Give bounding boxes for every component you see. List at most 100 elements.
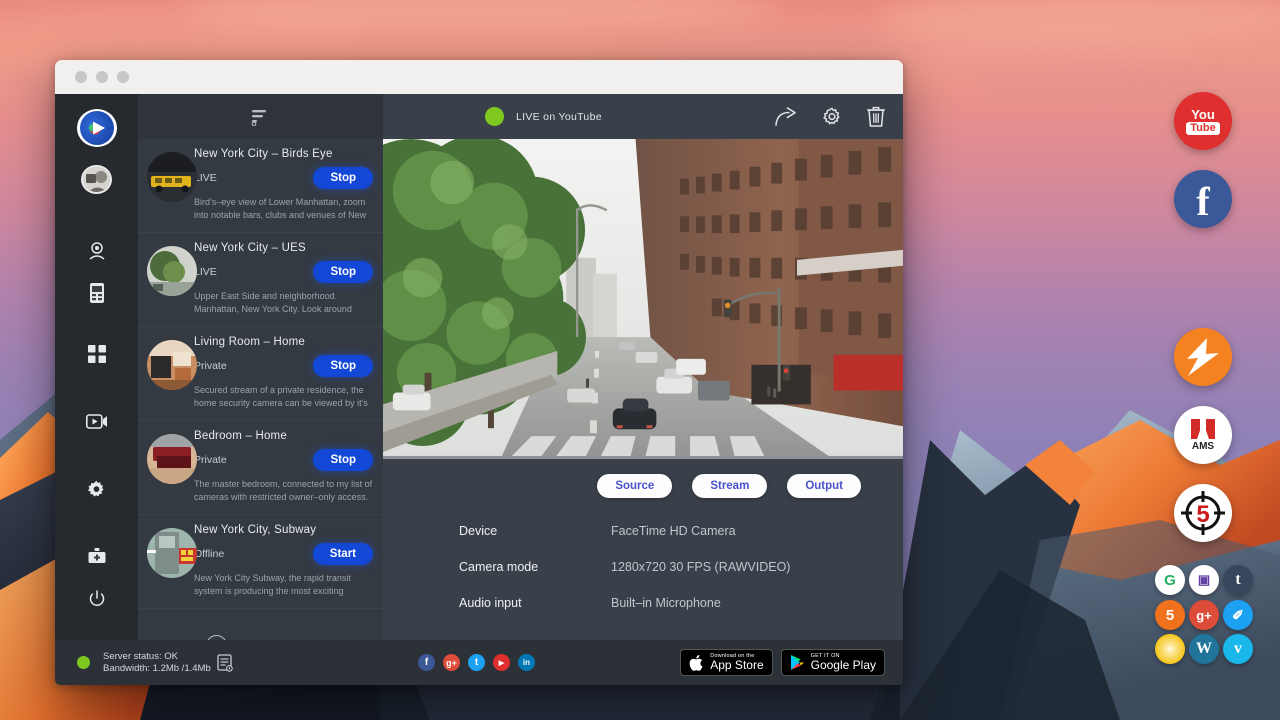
list-item[interactable]: Bedroom – Home Private Stop The master b…	[138, 421, 383, 515]
list-item[interactable]: Living Room – Home Private Stop Secured …	[138, 327, 383, 421]
camera-list-scroll[interactable]: New York City – Birds Eye LIVE Stop Bird…	[138, 139, 383, 640]
google-plus-icon[interactable]: g+	[443, 654, 460, 671]
sidebar-item-mobile-device[interactable]	[77, 274, 117, 312]
camera-title: New York City – Birds Eye	[194, 148, 373, 160]
wowza-lightning-icon	[1179, 333, 1227, 381]
sidebar-item-app-logo[interactable]	[77, 109, 117, 147]
camera-description: Bird's–eye view of Lower Manhattan, zoom…	[194, 196, 373, 222]
dock-mini-icon-twitch[interactable]: ▣	[1189, 565, 1219, 595]
camera-toggle-button[interactable]: Stop	[313, 261, 373, 283]
youtube-icon[interactable]: ▶	[493, 654, 510, 671]
mobile-device-icon	[88, 282, 106, 304]
bandwidth-text: Bandwidth: 1.2Mb /1.4Mb	[103, 663, 211, 675]
list-item[interactable]: New York City – UES LIVE Stop Upper East…	[138, 233, 383, 327]
linkedin-icon[interactable]: in	[518, 654, 535, 671]
sidebar-item-cameras[interactable]	[77, 232, 117, 270]
minimize-button[interactable]	[96, 71, 108, 83]
close-button[interactable]	[75, 71, 87, 83]
toolbox-plus-icon	[87, 548, 107, 566]
camera-toggle-button[interactable]: Start	[313, 543, 373, 565]
tab-stream[interactable]: Stream	[692, 474, 767, 498]
power-icon	[88, 590, 106, 608]
google-play-badge[interactable]: GET IT ON Google Play	[781, 649, 885, 676]
dock-icon-facebook[interactable]: f	[1174, 170, 1232, 228]
tab-source[interactable]: Source	[597, 474, 672, 498]
main-panel: LIVE on YouTube	[383, 94, 903, 640]
info-value[interactable]: Built–in Microphone	[611, 596, 721, 610]
gear-icon[interactable]	[822, 107, 842, 127]
facebook-f-glyph: f	[1196, 182, 1209, 222]
twitter-icon[interactable]: t	[468, 654, 485, 671]
sidebar-item-dashboard[interactable]	[77, 335, 117, 373]
info-row-camera-mode: Camera mode 1280x720 30 FPS (RAWVIDEO)	[459, 560, 903, 574]
app-store-line2: App Store	[710, 659, 763, 672]
main-header: LIVE on YouTube	[383, 94, 903, 139]
sidebar-rail	[55, 94, 138, 640]
camera-description: New York City Subway, the rapid transit …	[194, 572, 373, 598]
log-document-icon[interactable]	[217, 654, 233, 672]
channel-five-target-icon: 5	[1179, 489, 1227, 537]
dock-icon-youtube[interactable]: You Tube	[1174, 92, 1232, 150]
dock-mini-icon-google-plus[interactable]: g+	[1189, 600, 1219, 630]
dock-icon-wowza[interactable]	[1174, 328, 1232, 386]
camera-state: LIVE	[194, 266, 313, 278]
status-bar: Server status: OK Bandwidth: 1.2Mb /1.4M…	[55, 640, 903, 685]
sidebar-item-user-avatar[interactable]	[81, 165, 112, 195]
camera-state: LIVE	[194, 172, 313, 184]
dock-mini-icon-smashcast[interactable]: 5	[1155, 600, 1185, 630]
share-icon[interactable]	[774, 107, 797, 127]
camera-thumbnail	[147, 152, 197, 202]
dock-mini-icon-tumblr[interactable]: t	[1223, 565, 1253, 595]
camera-state: Private	[194, 360, 313, 372]
sidebar-item-broadcasts[interactable]	[77, 403, 117, 441]
video-box-icon	[86, 413, 108, 430]
camera-description: The master bedroom, connected to my list…	[194, 478, 373, 504]
sidebar-item-toolbox[interactable]	[77, 538, 117, 576]
play-logo-icon	[80, 111, 114, 145]
camera-toggle-button[interactable]: Stop	[313, 355, 373, 377]
tab-output[interactable]: Output	[787, 474, 861, 498]
dock-mini-icon-wordpress[interactable]: W	[1189, 634, 1219, 664]
cloud-streak	[960, 62, 1280, 92]
window-titlebar	[55, 60, 903, 94]
google-play-icon	[790, 654, 805, 671]
filter-sort-icon[interactable]	[251, 108, 271, 126]
camera-state: Private	[194, 454, 313, 466]
list-item[interactable]: New York City – Birds Eye LIVE Stop Bird…	[138, 139, 383, 233]
info-row-audio-input: Audio input Built–in Microphone	[459, 596, 903, 610]
dock-icon-channel-five[interactable]: 5	[1174, 484, 1232, 542]
info-value[interactable]: FaceTime HD Camera	[611, 524, 736, 538]
camera-title: Bedroom – Home	[194, 430, 373, 442]
sidebar-item-settings[interactable]	[77, 471, 117, 509]
camera-title: Living Room – Home	[194, 336, 373, 348]
dock-icon-adobe-ams[interactable]: AMS	[1174, 406, 1232, 464]
list-item[interactable]: New York City, Subway Offline Start New …	[138, 515, 383, 609]
grid-icon	[88, 345, 106, 363]
info-value[interactable]: 1280x720 30 FPS (RAWVIDEO)	[611, 560, 790, 574]
ams-label: AMS	[1192, 441, 1214, 452]
dock-mini-icon-twitter[interactable]: ✐	[1223, 600, 1253, 630]
dock-mini-icon-vimeo[interactable]: v	[1223, 634, 1253, 664]
camera-toggle-button[interactable]: Stop	[313, 449, 373, 471]
sidebar-item-power[interactable]	[77, 580, 117, 618]
app-store-badges: Download on the App Store GET IT ON Goog…	[680, 649, 885, 676]
camera-title: New York City, Subway	[194, 524, 373, 536]
camera-description: Secured stream of a private residence, t…	[194, 384, 373, 410]
app-store-badge[interactable]: Download on the App Store	[680, 649, 772, 676]
dock-mini-icon-gumroad[interactable]: G	[1155, 565, 1185, 595]
video-preview[interactable]	[383, 139, 903, 459]
facebook-icon[interactable]: f	[418, 654, 435, 671]
dock-mini-icon-sunrise[interactable]: ●	[1155, 634, 1185, 664]
info-label: Device	[459, 524, 611, 538]
trash-icon[interactable]	[867, 106, 885, 127]
apple-icon	[689, 654, 704, 672]
source-stream-output-tabs: Source Stream Output	[383, 459, 903, 498]
avatar-icon	[83, 167, 111, 195]
camera-thumbnail	[147, 340, 197, 390]
camera-thumbnail	[147, 434, 197, 484]
adobe-icon	[1189, 418, 1217, 440]
camera-toggle-button[interactable]: Stop	[313, 167, 373, 189]
camera-list-header	[138, 94, 383, 139]
add-camera-button[interactable]: + Add Camera	[138, 609, 383, 640]
maximize-button[interactable]	[117, 71, 129, 83]
